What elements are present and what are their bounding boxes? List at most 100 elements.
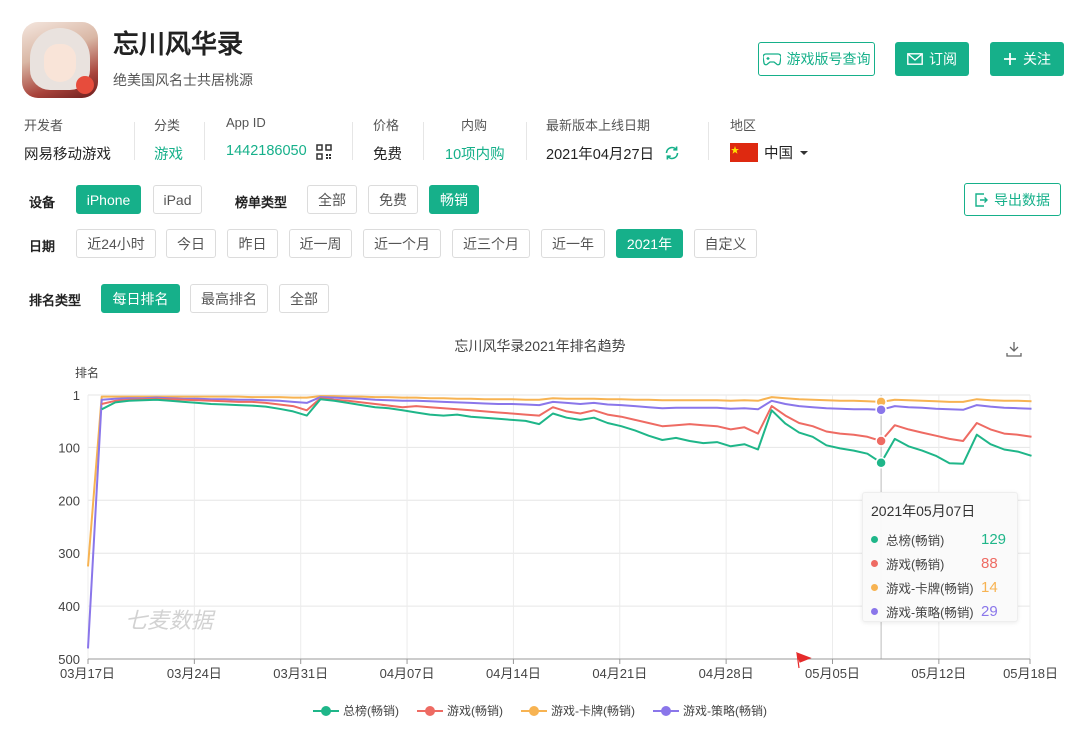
iap-label: 内购	[461, 118, 488, 133]
date-month-chip[interactable]: 近一个月	[363, 229, 441, 258]
legend-item-total[interactable]: 总榜(畅销)	[313, 702, 399, 719]
follow-label: 关注	[1023, 51, 1051, 67]
x-tick-label: 05月18日	[1003, 666, 1058, 681]
subscribe-label: 订阅	[929, 51, 957, 67]
app-subtitle: 绝美国风名士共居桃源	[113, 72, 253, 88]
legend-label-strategy: 游戏-策略(畅销)	[683, 704, 767, 718]
developer-label: 开发者	[24, 118, 64, 133]
y-tick-label: 300	[58, 546, 80, 561]
iap-value[interactable]: 10项内购	[445, 143, 505, 164]
date-today-chip[interactable]: 今日	[166, 229, 216, 258]
rank-type-best-chip[interactable]: 最高排名	[190, 284, 268, 313]
download-icon[interactable]	[1005, 340, 1023, 358]
developer-value: 网易移动游戏	[24, 147, 111, 163]
y-tick-label: 400	[58, 599, 80, 614]
device-iphone-chip[interactable]: iPhone	[76, 185, 141, 214]
version-query-button[interactable]: 游戏版号查询	[758, 42, 875, 76]
legend-label-game: 游戏(畅销)	[447, 704, 503, 718]
mail-icon	[907, 53, 923, 65]
appid-value[interactable]: 1442186050	[226, 143, 307, 159]
legend-label-total: 总榜(畅销)	[343, 704, 399, 718]
tooltip-name-card: 游戏-卡牌(畅销)	[886, 581, 974, 596]
tooltip-row-game: 游戏(畅销) 88	[871, 551, 1009, 575]
chart-legend: 总榜(畅销) 游戏(畅销) 游戏-卡牌(畅销) 游戏-策略(畅销)	[0, 702, 1080, 719]
region-value: 中国	[764, 146, 793, 162]
watermark: 七麦数据	[125, 608, 216, 633]
chart-type-all-chip[interactable]: 全部	[307, 185, 357, 214]
refresh-icon[interactable]	[663, 144, 681, 162]
y-tick-label: 100	[58, 440, 80, 455]
date-3months-chip[interactable]: 近三个月	[452, 229, 530, 258]
tooltip-name-total: 总榜(畅销)	[886, 533, 945, 548]
y-tick-label: 500	[58, 652, 80, 667]
legend-label-card: 游戏-卡牌(畅销)	[551, 704, 635, 718]
tooltip-name-game: 游戏(畅销)	[886, 557, 945, 572]
x-tick-label: 05月12日	[911, 666, 966, 681]
x-tick-label: 03月31日	[273, 666, 328, 681]
tooltip-value-game: 88	[981, 554, 998, 572]
release-label: 最新版本上线日期	[546, 118, 651, 133]
rank-type-all-chip[interactable]: 全部	[279, 284, 329, 313]
tooltip-value-strategy: 29	[981, 602, 998, 620]
highlight-point-3	[875, 404, 887, 416]
caret-down-icon	[800, 150, 808, 155]
plus-icon	[1004, 53, 1016, 65]
highlight-point-0	[875, 456, 887, 469]
subscribe-button[interactable]: 订阅	[895, 42, 969, 76]
tooltip-value-card: 14	[981, 578, 998, 596]
chart-type-grossing-chip[interactable]: 畅销	[429, 185, 479, 214]
gamepad-icon	[762, 53, 781, 66]
tooltip-row-strategy: 游戏-策略(畅销) 29	[871, 599, 1009, 623]
appid-label: App ID	[226, 115, 266, 130]
region-select[interactable]: 中国	[730, 142, 809, 163]
tooltip-row-card: 游戏-卡牌(畅销) 14	[871, 575, 1009, 599]
x-tick-label: 03月17日	[60, 666, 115, 681]
x-tick-label: 04月07日	[380, 666, 435, 681]
app-title: 忘川风华录	[113, 29, 244, 59]
release-value: 2021年04月27日	[546, 147, 655, 163]
tooltip-date: 2021年05月07日	[871, 503, 976, 519]
category-value[interactable]: 游戏	[154, 143, 183, 164]
rank-type-label: 排名类型	[29, 293, 82, 308]
date-label: 日期	[29, 239, 56, 254]
rank-type-daily-chip[interactable]: 每日排名	[101, 284, 180, 313]
series-line-0	[101, 398, 1032, 465]
y-tick-label: 1	[73, 388, 80, 403]
date-yesterday-chip[interactable]: 昨日	[227, 229, 278, 258]
follow-button[interactable]: 关注	[990, 42, 1064, 76]
app-icon	[22, 22, 98, 98]
region-label: 地区	[730, 118, 757, 133]
x-tick-label: 03月24日	[167, 666, 222, 681]
highlight-point-1	[875, 435, 887, 447]
date-week-chip[interactable]: 近一周	[289, 229, 352, 258]
export-label: 导出数据	[994, 191, 1050, 208]
chart-type-free-chip[interactable]: 免费	[368, 185, 418, 214]
category-label: 分类	[154, 118, 181, 133]
export-button[interactable]: 导出数据	[964, 183, 1061, 216]
date-24h-chip[interactable]: 近24小时	[76, 229, 156, 258]
export-icon	[975, 192, 988, 207]
chart-tooltip: 2021年05月07日 总榜(畅销) 129 游戏(畅销) 88 游戏-卡牌(畅…	[862, 492, 1018, 622]
legend-item-strategy[interactable]: 游戏-策略(畅销)	[653, 702, 767, 719]
tooltip-row-total: 总榜(畅销) 129	[871, 527, 1009, 551]
version-query-label: 游戏版号查询	[786, 51, 871, 67]
china-flag-icon	[730, 143, 758, 162]
x-tick-label: 04月14日	[486, 666, 541, 681]
x-tick-label: 04月28日	[699, 666, 754, 681]
date-2021-chip[interactable]: 2021年	[616, 229, 683, 258]
price-value: 免费	[373, 147, 402, 163]
x-tick-label: 05月05日	[805, 666, 860, 681]
tooltip-name-strategy: 游戏-策略(畅销)	[886, 605, 974, 620]
x-tick-label: 04月21日	[592, 666, 647, 681]
device-ipad-chip[interactable]: iPad	[153, 185, 202, 214]
chart-title: 忘川风华录2021年排名趋势	[454, 338, 626, 354]
qrcode-icon[interactable]	[316, 144, 332, 160]
date-year-chip[interactable]: 近一年	[541, 229, 605, 258]
legend-item-game[interactable]: 游戏(畅销)	[417, 702, 503, 719]
y-axis-title: 排名	[75, 365, 99, 380]
date-custom-chip[interactable]: 自定义	[694, 229, 757, 258]
legend-item-card[interactable]: 游戏-卡牌(畅销)	[521, 702, 635, 719]
y-tick-label: 200	[58, 493, 80, 508]
chart-type-label: 榜单类型	[235, 195, 288, 210]
price-label: 价格	[373, 118, 400, 133]
